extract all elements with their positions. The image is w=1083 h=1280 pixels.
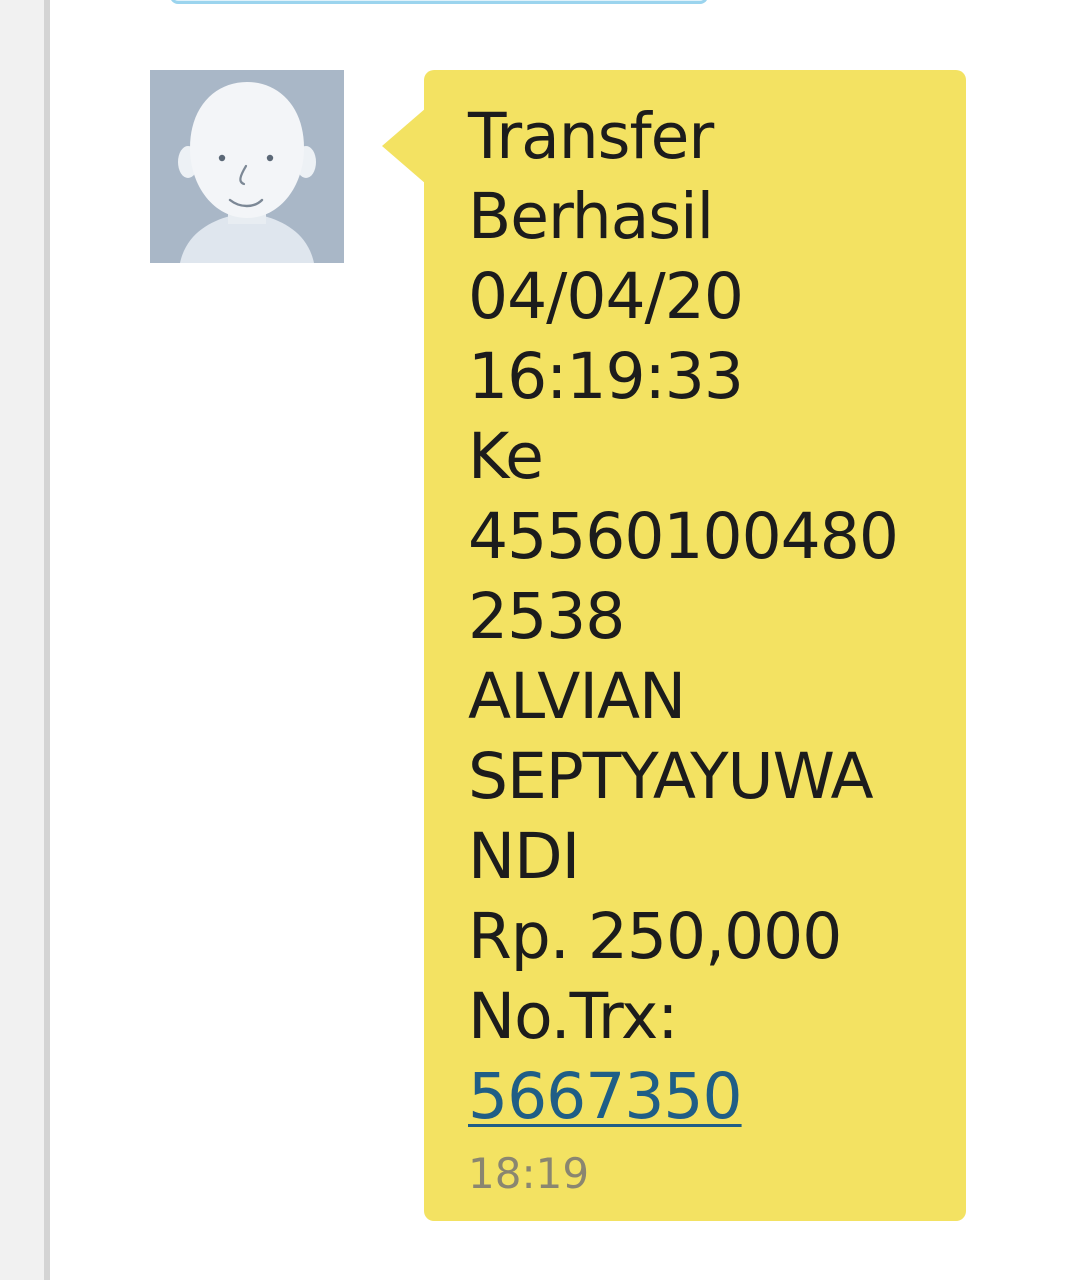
message-text: Transfer Berhasil 04/04/20 16:19:33 Ke 4… — [468, 97, 938, 1137]
left-panel-edge — [0, 0, 44, 1280]
panel-divider — [44, 0, 50, 1280]
message-line: Transfer — [468, 100, 714, 173]
message-line: 04/04/20 — [468, 260, 744, 333]
message-line: Rp. 250,000 — [468, 900, 842, 973]
message-line: No.Trx: — [468, 980, 679, 1053]
message-line: 45560100480 — [468, 500, 899, 573]
message-line: 16:19:33 — [468, 340, 744, 413]
default-contact-avatar-icon — [150, 70, 344, 263]
message-line: NDI — [468, 820, 580, 893]
message-line: SEPTYAYUWA — [468, 740, 874, 813]
message-line: ALVIAN — [468, 660, 686, 733]
message-line: Ke — [468, 420, 544, 493]
message-line: Berhasil — [468, 180, 714, 253]
transaction-number-link[interactable]: 5667350 — [468, 1060, 743, 1133]
message-timestamp: 18:19 — [468, 1149, 590, 1198]
previous-message-bubble[interactable] — [170, 0, 708, 4]
bubble-tail — [382, 108, 426, 184]
message-line: 2538 — [468, 580, 625, 653]
contact-avatar-icon[interactable] — [150, 70, 344, 263]
